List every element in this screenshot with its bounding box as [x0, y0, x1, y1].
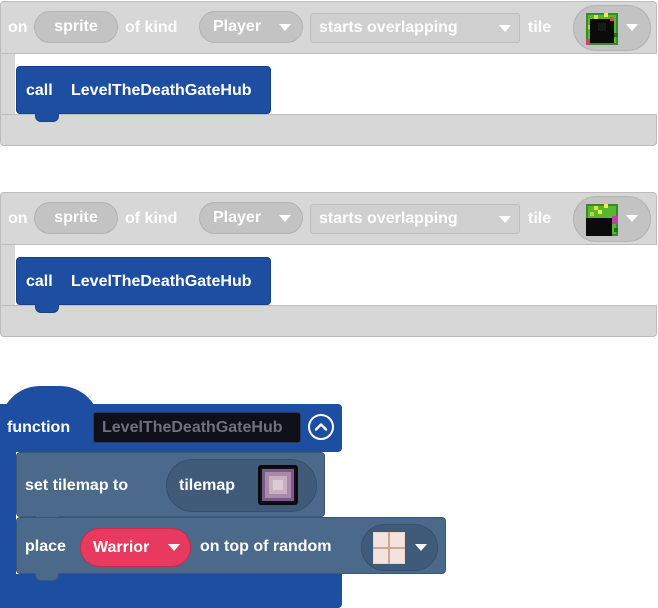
of-kind-label: of kind	[125, 210, 178, 227]
floor-tile-icon	[373, 532, 405, 564]
place-tile-picker[interactable]	[361, 524, 438, 571]
sprite-variable[interactable]: sprite	[34, 202, 118, 234]
dropdown-arrow-icon	[626, 24, 638, 31]
function-name-field[interactable]: LevelTheDeathGateHub	[93, 412, 301, 443]
death-gate-tile-icon	[586, 13, 618, 45]
on-label: on	[8, 19, 28, 36]
call-target-name: LevelTheDeathGateHub	[71, 273, 252, 290]
death-gate-tile-icon	[586, 204, 618, 236]
call-target-name: LevelTheDeathGateHub	[71, 82, 252, 99]
kind-dropdown[interactable]: Player	[199, 202, 303, 234]
dropdown-arrow-icon	[279, 24, 291, 31]
event-type-value: starts overlapping	[319, 19, 458, 36]
place-label: place	[25, 538, 66, 555]
sprite-kind-value: Warrior	[93, 539, 150, 556]
tile-label: tile	[528, 19, 552, 36]
event-stem	[0, 245, 15, 305]
tile-picker[interactable]	[573, 5, 651, 51]
kind-dropdown-value: Player	[213, 209, 262, 226]
collapse-button[interactable]	[308, 414, 334, 440]
tilemap-thumbnail-icon[interactable]	[258, 465, 298, 505]
call-label: call	[26, 82, 53, 99]
set-tilemap-label: set tilemap to	[25, 477, 129, 494]
dropdown-arrow-icon	[499, 25, 511, 32]
event-type-dropdown[interactable]: starts overlapping	[310, 204, 520, 234]
dropdown-arrow-icon	[626, 215, 638, 222]
tile-label: tile	[528, 210, 552, 227]
call-label: call	[26, 273, 53, 290]
event-type-value: starts overlapping	[319, 210, 458, 227]
event-footer[interactable]	[0, 305, 657, 337]
on-top-of-random-label: on top of random	[200, 538, 332, 555]
dropdown-arrow-icon	[279, 215, 291, 222]
kind-dropdown[interactable]: Player	[199, 11, 303, 43]
event-type-dropdown[interactable]: starts overlapping	[310, 13, 520, 43]
dropdown-arrow-icon	[168, 544, 180, 551]
tile-picker[interactable]	[573, 196, 651, 242]
dropdown-arrow-icon	[499, 216, 511, 223]
call-function-block[interactable]: call LevelTheDeathGateHub	[16, 257, 271, 313]
chevron-up-icon	[314, 423, 328, 431]
function-keyword: function	[7, 419, 71, 436]
event-footer[interactable]	[0, 114, 657, 146]
function-stem	[0, 452, 16, 574]
call-function-block[interactable]: call LevelTheDeathGateHub	[16, 66, 271, 122]
kind-dropdown-value: Player	[213, 18, 262, 35]
event-stem	[0, 54, 15, 114]
sprite-variable[interactable]: sprite	[34, 11, 118, 43]
on-label: on	[8, 210, 28, 227]
dropdown-arrow-icon	[415, 544, 427, 551]
of-kind-label: of kind	[125, 19, 178, 36]
tilemap-value-label: tilemap	[179, 477, 236, 494]
sprite-kind-dropdown[interactable]: Warrior	[80, 528, 191, 567]
